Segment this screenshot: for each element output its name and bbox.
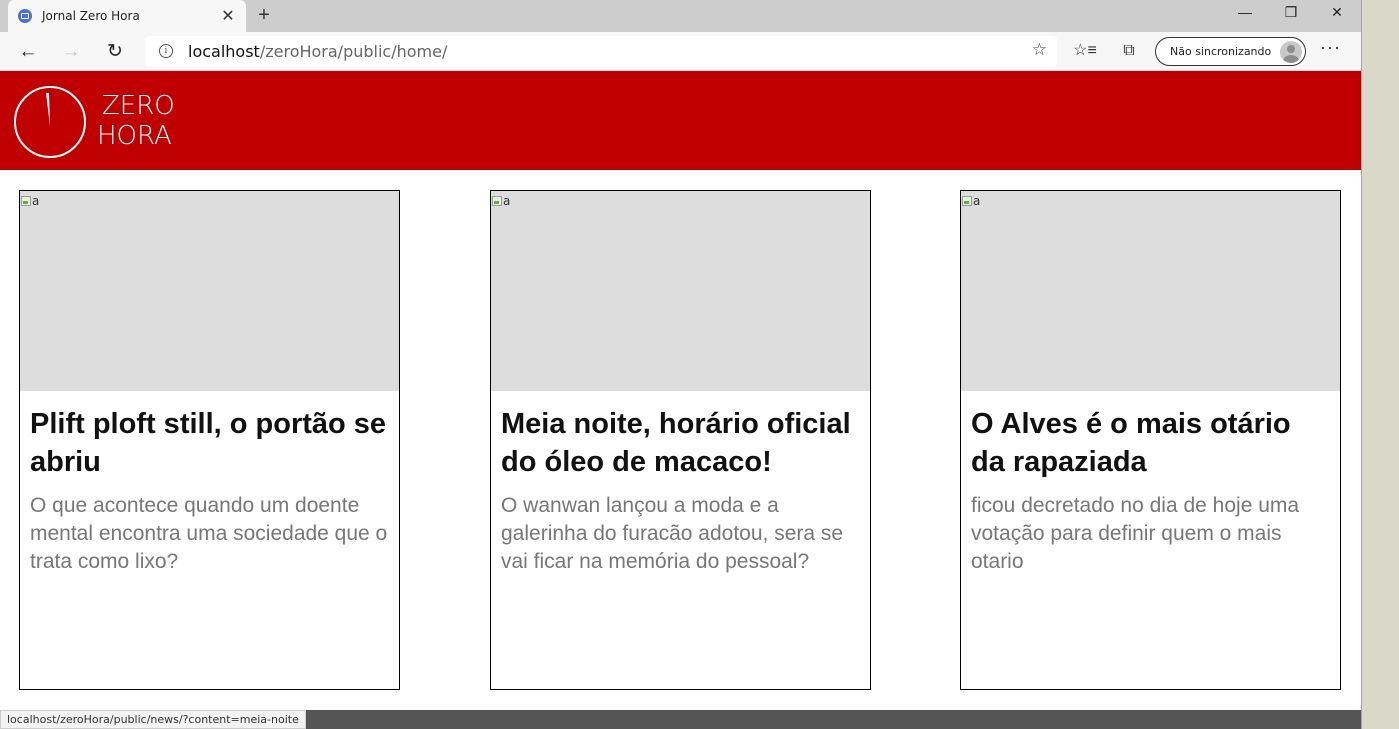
address-bar[interactable]: i localhost/zeroHora/public/home/ ☆ xyxy=(145,36,1057,67)
broken-image-icon: a xyxy=(492,194,510,208)
url-host: localhost xyxy=(188,42,260,61)
news-card[interactable]: a O Alves é o mais otário da rapaziada f… xyxy=(960,190,1341,690)
avatar-icon xyxy=(1280,40,1302,63)
refresh-icon[interactable]: ↻ xyxy=(101,38,129,66)
profile-status-label: Não sincronizando xyxy=(1170,45,1272,58)
site-header: ZERO HORA xyxy=(0,71,1361,170)
close-window-button[interactable]: ✕ xyxy=(1314,0,1360,24)
image-alt-text: a xyxy=(32,194,40,208)
broken-image-icon: a xyxy=(21,194,39,208)
profile-button[interactable]: Não sincronizando xyxy=(1155,37,1306,66)
link-status-tooltip: localhost/zeroHora/public/news/?content=… xyxy=(0,710,306,729)
tab-strip: Jornal Zero Hora ✕ + — ❐ ✕ xyxy=(0,0,1361,32)
back-arrow-icon[interactable]: ← xyxy=(14,38,42,66)
site-logo-text[interactable]: ZERO HORA xyxy=(97,91,175,151)
forward-arrow-icon[interactable]: → xyxy=(57,38,85,66)
maximize-button[interactable]: ❐ xyxy=(1268,0,1314,24)
favorite-star-icon[interactable]: ☆ xyxy=(1032,40,1047,60)
browser-window: Jornal Zero Hora ✕ + — ❐ ✕ ← → ↻ i local… xyxy=(0,0,1361,729)
news-title[interactable]: Plift ploft still, o portão se abriu xyxy=(30,405,389,481)
web-page: ZERO HORA a Plift ploft still, o portão … xyxy=(0,71,1361,729)
browser-toolbar: ← → ↻ i localhost/zeroHora/public/home/ … xyxy=(0,32,1361,71)
logo-line-zero: ZERO xyxy=(102,91,175,121)
tab-close-icon[interactable]: ✕ xyxy=(220,6,236,26)
tab-jornal-zero-hora[interactable]: Jornal Zero Hora ✕ xyxy=(8,0,246,32)
url-text[interactable]: localhost/zeroHora/public/home/ xyxy=(188,42,447,61)
page-favicon-icon xyxy=(18,9,32,23)
broken-image-icon: a xyxy=(962,194,980,208)
news-description: O que acontece quando um doente mental e… xyxy=(30,494,388,573)
more-options-icon[interactable]: ··· xyxy=(1320,37,1341,58)
url-path: /zeroHora/public/home/ xyxy=(259,42,448,61)
news-card[interactable]: a Plift ploft still, o portão se abriu O… xyxy=(19,190,400,690)
site-info-icon[interactable]: i xyxy=(159,44,173,58)
new-tab-button[interactable]: + xyxy=(252,3,276,27)
news-card[interactable]: a Meia noite, horário oficial do óleo de… xyxy=(490,190,871,690)
news-title[interactable]: Meia noite, horário oficial do óleo de m… xyxy=(501,405,860,481)
favorites-list-icon[interactable]: ☆≡ xyxy=(1073,39,1097,63)
news-image[interactable]: a xyxy=(961,191,1340,391)
news-title[interactable]: O Alves é o mais otário da rapaziada xyxy=(971,405,1330,481)
news-image[interactable]: a xyxy=(491,191,870,391)
news-description: O wanwan lançou a moda e a galerinha do … xyxy=(501,494,844,573)
logo-line-hora: HORA xyxy=(97,121,172,151)
collections-icon[interactable]: ⧉ xyxy=(1117,39,1141,63)
image-alt-text: a xyxy=(973,194,981,208)
news-description: ficou decretado no dia de hoje uma votaç… xyxy=(971,494,1300,573)
news-image[interactable]: a xyxy=(20,191,399,391)
minimize-button[interactable]: — xyxy=(1222,0,1268,24)
clock-logo-icon[interactable] xyxy=(13,85,87,159)
desktop-background xyxy=(1361,0,1399,729)
image-alt-text: a xyxy=(503,194,511,208)
tab-title: Jornal Zero Hora xyxy=(42,9,140,23)
